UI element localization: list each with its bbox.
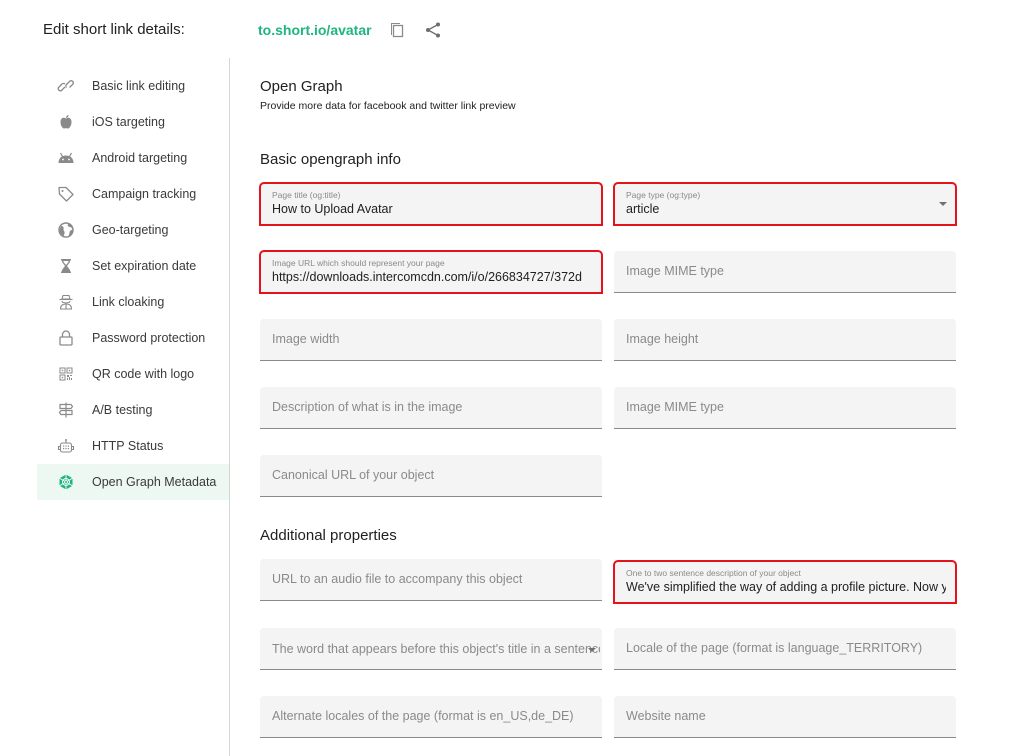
sidebar-item-label: Geo-targeting (92, 223, 169, 237)
field-label: Page type (og:type) (626, 190, 701, 200)
field-placeholder: URL to an audio file to accompany this o… (272, 572, 523, 586)
field-value: article (626, 202, 660, 216)
additional-properties-heading: Additional properties (260, 527, 397, 544)
sidebar-item-label: Campaign tracking (92, 187, 197, 201)
sidebar-item-ab-testing[interactable]: A/B testing (37, 392, 229, 428)
page-title: Edit short link details: (43, 21, 185, 38)
qr-code-icon (57, 365, 75, 383)
image-mime-type-field-2[interactable]: Image MIME type (614, 387, 956, 429)
field-placeholder: The word that appears before this object… (272, 642, 600, 656)
image-height-field[interactable]: Image height (614, 319, 956, 361)
image-mime-type-field[interactable]: Image MIME type (614, 251, 956, 293)
canonical-url-field[interactable]: Canonical URL of your object (260, 455, 602, 497)
field-placeholder: Alternate locales of the page (format is… (272, 709, 574, 723)
globe-icon (57, 221, 75, 239)
sidebar-item-label: A/B testing (92, 403, 153, 417)
determiner-select[interactable]: The word that appears before this object… (260, 628, 602, 670)
sidebar-item-ios-targeting[interactable]: iOS targeting (37, 104, 229, 140)
field-placeholder: Image MIME type (626, 264, 724, 278)
alternate-locales-field[interactable]: Alternate locales of the page (format is… (260, 696, 602, 738)
sidebar-item-basic-link-editing[interactable]: Basic link editing (37, 68, 229, 104)
sidebar-item-label: Password protection (92, 331, 206, 345)
field-label: One to two sentence description of your … (626, 568, 801, 578)
field-placeholder: Image width (272, 332, 340, 346)
sidebar-item-label: Open Graph Metadata (92, 475, 217, 489)
robot-icon (57, 437, 75, 455)
field-placeholder: Canonical URL of your object (272, 468, 435, 482)
copy-icon[interactable] (387, 20, 407, 40)
page-title-field[interactable]: Page title (og:title) How to Upload Avat… (259, 182, 603, 226)
sidebar-item-label: Android targeting (92, 151, 188, 165)
field-placeholder: Image height (626, 332, 699, 346)
lock-icon (57, 329, 75, 347)
sidebar-item-label: iOS targeting (92, 115, 165, 129)
hourglass-icon (57, 257, 75, 275)
website-name-field[interactable]: Website name (614, 696, 956, 738)
field-value: How to Upload Avatar (272, 202, 393, 216)
sidebar-item-android-targeting[interactable]: Android targeting (37, 140, 229, 176)
apple-icon (57, 113, 75, 131)
image-description-field[interactable]: Description of what is in the image (260, 387, 602, 429)
spy-icon (57, 293, 75, 311)
image-width-field[interactable]: Image width (260, 319, 602, 361)
sidebar-item-label: Set expiration date (92, 259, 197, 273)
sidebar-item-label: QR code with logo (92, 367, 195, 381)
sidebar-item-qr-code-with-logo[interactable]: QR code with logo (37, 356, 229, 392)
sidebar-nav: Basic link editing iOS targeting Android… (37, 68, 229, 500)
sidebar-item-label: Basic link editing (92, 79, 186, 93)
sidebar-item-open-graph-metadata[interactable]: Open Graph Metadata (37, 464, 229, 500)
section-subtitle: Provide more data for facebook and twitt… (260, 100, 516, 112)
dropdown-arrow-icon[interactable] (588, 648, 596, 652)
field-placeholder: Locale of the page (format is language_T… (626, 641, 923, 655)
sidebar-item-label: Link cloaking (92, 295, 165, 309)
field-placeholder: Description of what is in the image (272, 400, 463, 414)
field-placeholder: Website name (626, 709, 706, 723)
field-value: We've simplified the way of adding a pro… (626, 580, 946, 594)
image-url-field[interactable]: Image URL which should represent your pa… (259, 250, 603, 294)
share-icon[interactable] (423, 20, 443, 40)
tag-icon (57, 185, 75, 203)
android-icon (57, 149, 75, 167)
section-heading: Open Graph (260, 78, 343, 95)
sidebar-item-link-cloaking[interactable]: Link cloaking (37, 284, 229, 320)
basic-info-heading: Basic opengraph info (260, 151, 401, 168)
field-value: https://downloads.intercomcdn.com/i/o/26… (272, 270, 582, 284)
locale-field[interactable]: Locale of the page (format is language_T… (614, 628, 956, 670)
dropdown-arrow-icon[interactable] (939, 202, 947, 206)
sidebar-item-geo-targeting[interactable]: Geo-targeting (37, 212, 229, 248)
link-icon (57, 77, 75, 95)
audio-url-field[interactable]: URL to an audio file to accompany this o… (260, 559, 602, 601)
object-description-field[interactable]: One to two sentence description of your … (613, 560, 957, 604)
page-type-select[interactable]: Page type (og:type) article (613, 182, 957, 226)
field-placeholder: Image MIME type (626, 400, 724, 414)
sidebar-item-http-status[interactable]: HTTP Status (37, 428, 229, 464)
sidebar-item-password-protection[interactable]: Password protection (37, 320, 229, 356)
sidebar-divider (229, 58, 230, 756)
field-label: Image URL which should represent your pa… (272, 258, 445, 268)
sidebar-item-campaign-tracking[interactable]: Campaign tracking (37, 176, 229, 212)
sidebar-item-set-expiration-date[interactable]: Set expiration date (37, 248, 229, 284)
short-link[interactable]: to.short.io/avatar (258, 22, 372, 38)
open-graph-icon (57, 473, 75, 491)
signpost-icon (57, 401, 75, 419)
field-label: Page title (og:title) (272, 190, 341, 200)
sidebar-item-label: HTTP Status (92, 439, 164, 453)
